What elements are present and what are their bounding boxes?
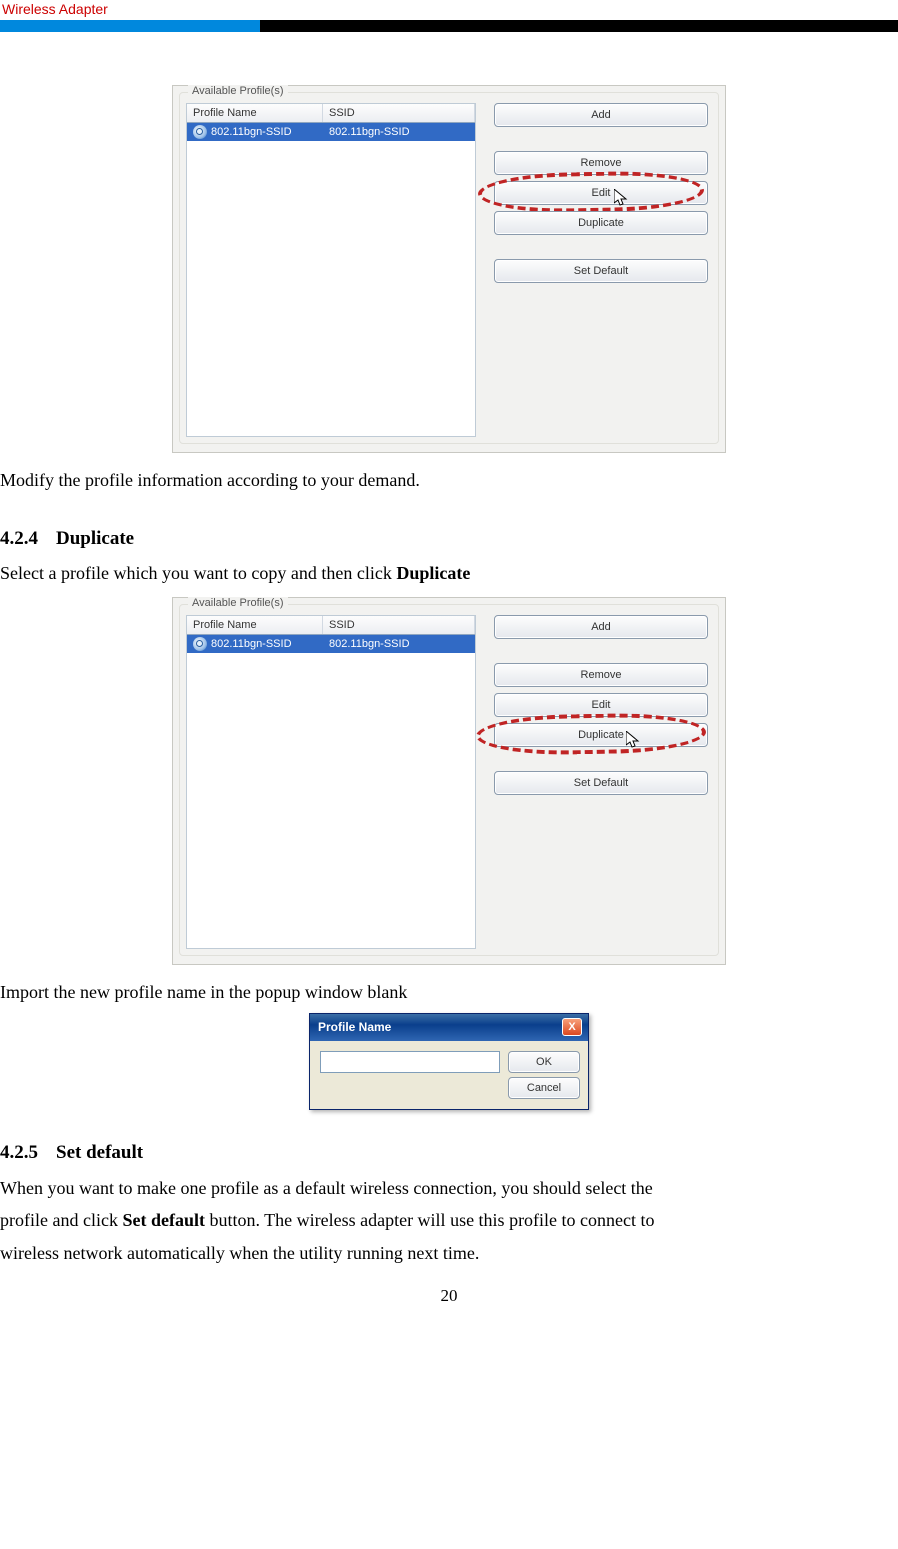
row-profile-name: 802.11bgn-SSID — [211, 126, 292, 138]
col-ssid: SSID — [323, 104, 475, 122]
col-ssid: SSID — [323, 616, 475, 634]
row-ssid: 802.11bgn-SSID — [329, 638, 410, 650]
cancel-button[interactable]: Cancel — [508, 1077, 580, 1099]
profile-name-dialog: Profile Name X OK Cancel — [309, 1013, 589, 1110]
edit-button[interactable]: Edit — [494, 693, 708, 717]
available-profiles-panel-1: Available Profile(s) Profile Name SSID 8… — [172, 85, 726, 453]
body-text: Import the new profile name in the popup… — [0, 977, 898, 1008]
groupbox-title: Available Profile(s) — [188, 597, 288, 609]
list-item[interactable]: 802.11bgn-SSID 802.11bgn-SSID — [187, 635, 475, 653]
groupbox-title: Available Profile(s) — [188, 85, 288, 97]
page-header-title: Wireless Adapter — [0, 1, 108, 17]
section-heading-425: 4.2.5Set default — [0, 1138, 898, 1168]
col-profile-name: Profile Name — [187, 616, 323, 634]
body-text: Select a profile which you want to copy … — [0, 558, 898, 589]
body-text: profile and click Set default button. Th… — [0, 1205, 898, 1236]
body-text: When you want to make one profile as a d… — [0, 1173, 898, 1204]
profile-icon — [193, 637, 207, 651]
duplicate-button[interactable]: Duplicate — [494, 723, 708, 747]
header-divider — [0, 20, 898, 32]
row-ssid: 802.11bgn-SSID — [329, 126, 410, 138]
add-button[interactable]: Add — [494, 615, 708, 639]
section-heading-424: 4.2.4Duplicate — [0, 524, 898, 554]
profile-name-input[interactable] — [320, 1051, 500, 1073]
profile-list[interactable]: Profile Name SSID 802.11bgn-SSID 802.11b… — [186, 103, 476, 437]
body-text: Modify the profile information according… — [0, 465, 898, 496]
col-profile-name: Profile Name — [187, 104, 323, 122]
body-text: wireless network automatically when the … — [0, 1238, 898, 1269]
dialog-title: Profile Name — [318, 1020, 391, 1034]
page-number: 20 — [0, 1286, 898, 1306]
profile-list[interactable]: Profile Name SSID 802.11bgn-SSID 802.11b… — [186, 615, 476, 949]
available-profiles-panel-2: Available Profile(s) Profile Name SSID 8… — [172, 597, 726, 965]
remove-button[interactable]: Remove — [494, 663, 708, 687]
edit-button[interactable]: Edit — [494, 181, 708, 205]
close-button[interactable]: X — [562, 1018, 582, 1036]
duplicate-button[interactable]: Duplicate — [494, 211, 708, 235]
set-default-button[interactable]: Set Default — [494, 771, 708, 795]
list-item[interactable]: 802.11bgn-SSID 802.11bgn-SSID — [187, 123, 475, 141]
add-button[interactable]: Add — [494, 103, 708, 127]
profile-icon — [193, 125, 207, 139]
ok-button[interactable]: OK — [508, 1051, 580, 1073]
remove-button[interactable]: Remove — [494, 151, 708, 175]
set-default-button[interactable]: Set Default — [494, 259, 708, 283]
row-profile-name: 802.11bgn-SSID — [211, 638, 292, 650]
